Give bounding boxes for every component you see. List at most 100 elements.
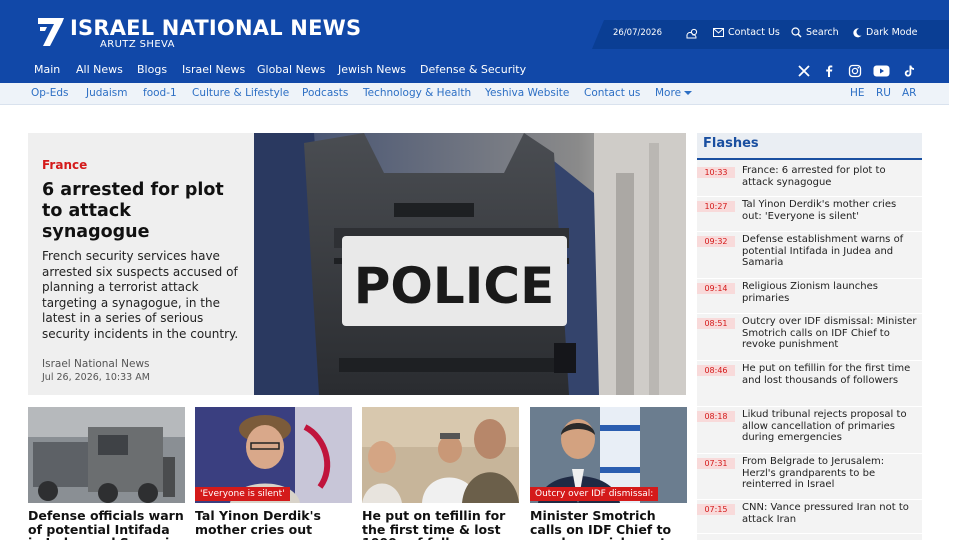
x-icon[interactable] xyxy=(797,64,811,78)
nav-defense-security[interactable]: Defense & Security xyxy=(420,63,526,76)
subnav-more[interactable]: More xyxy=(655,87,693,99)
flash-time: 10:27 xyxy=(697,201,735,212)
flash-item[interactable]: 09:32 Defense establishment warns of pot… xyxy=(697,232,922,279)
hero-source: Israel National News xyxy=(42,358,150,370)
flashes-panel: Flashes 10:33 France: 6 arrested for plo… xyxy=(697,133,922,540)
subnav-podcasts[interactable]: Podcasts xyxy=(302,87,348,99)
flash-item[interactable]: 09:14 Religious Zionism launches primari… xyxy=(697,279,922,314)
card-tag: Outcry over IDF dismissal: xyxy=(530,487,659,501)
facebook-icon[interactable] xyxy=(822,64,836,78)
card-image[interactable]: 'Everyone is silent' xyxy=(195,407,352,503)
tefillin-men-illustration xyxy=(362,407,519,503)
article-card[interactable]: Outcry over IDF dismissal: Minister Smot… xyxy=(530,407,687,540)
flash-time: 07:15 xyxy=(697,504,735,515)
flashes-heading[interactable]: Flashes xyxy=(697,133,922,160)
flash-text[interactable]: Likud tribunal rejects proposal to allow… xyxy=(742,409,917,444)
flash-text[interactable]: CNN: Vance pressured Iran not to attack … xyxy=(742,502,917,525)
police-vest-illustration: POLICE xyxy=(254,133,686,395)
caret-down-icon xyxy=(684,91,693,95)
subnav-yeshiva-website[interactable]: Yeshiva Website xyxy=(485,87,569,99)
flash-item[interactable]: 08:46 He put on tefillin for the first t… xyxy=(697,361,922,407)
masthead: ISRAEL NATIONAL NEWS ARUTZ SHEVA 26/07/2… xyxy=(0,0,949,83)
current-date: 26/07/2026 xyxy=(613,28,662,38)
flash-text[interactable]: From Belgrade to Jerusalem: Herzl's gran… xyxy=(742,456,917,491)
flash-time: 09:32 xyxy=(697,236,735,247)
hero-description: French security services have arrested s… xyxy=(42,249,239,341)
subnav-more-label: More xyxy=(655,87,682,99)
card-image[interactable]: Outcry over IDF dismissal: xyxy=(530,407,687,503)
hero-category[interactable]: France xyxy=(42,158,240,172)
logo-title: ISRAEL NATIONAL NEWS xyxy=(70,16,362,40)
tiktok-icon[interactable] xyxy=(902,64,916,78)
card-headline[interactable]: Defense officials warn of potential Inti… xyxy=(28,509,185,540)
dark-mode-toggle[interactable]: Dark Mode xyxy=(853,27,917,38)
subnav-contact-us[interactable]: Contact us xyxy=(584,87,640,99)
flash-time: 10:33 xyxy=(697,167,735,178)
card-image[interactable] xyxy=(28,407,185,503)
hero-article[interactable]: France 6 arrested for plot to attack syn… xyxy=(28,133,686,395)
article-card[interactable]: He put on tefillin for the first time & … xyxy=(362,407,519,540)
flash-item[interactable]: 07:15 CNN: Vance pressured Iran not to a… xyxy=(697,500,922,534)
hero-image[interactable]: POLICE xyxy=(254,133,686,395)
flash-item[interactable]: 08:51 Outcry over IDF dismissal: Ministe… xyxy=(697,314,922,361)
nav-jewish-news[interactable]: Jewish News xyxy=(338,63,406,76)
sub-nav: Op-Eds Judaism food-1 Culture & Lifestyl… xyxy=(0,83,949,105)
flash-item[interactable]: 08:18 Likud tribunal rejects proposal to… xyxy=(697,407,922,454)
flash-time: 08:46 xyxy=(697,365,735,376)
article-card[interactable]: 'Everyone is silent' Tal Yinon Derdik's … xyxy=(195,407,352,536)
card-headline[interactable]: He put on tefillin for the first time & … xyxy=(362,509,519,540)
military-vehicle-illustration xyxy=(28,407,185,503)
moon-icon xyxy=(853,27,862,37)
hero-timestamp: Jul 26, 2026, 10:33 AM xyxy=(42,372,150,383)
flash-text[interactable]: Outcry over IDF dismissal: Minister Smot… xyxy=(742,316,917,351)
card-image[interactable] xyxy=(362,407,519,503)
hero-text: France 6 arrested for plot to attack syn… xyxy=(28,133,254,395)
lang-he[interactable]: HE xyxy=(850,87,865,99)
subnav-food[interactable]: food-1 xyxy=(143,87,177,99)
flash-item[interactable]: 07:31 From Belgrade to Jerusalem: Herzl'… xyxy=(697,454,922,500)
nav-israel-news[interactable]: Israel News xyxy=(182,63,245,76)
nav-main[interactable]: Main xyxy=(34,63,60,76)
flash-time: 08:18 xyxy=(697,411,735,422)
card-tag: 'Everyone is silent' xyxy=(195,487,290,501)
article-card[interactable]: Defense officials warn of potential Inti… xyxy=(28,407,185,540)
main-nav: Main All News Blogs Israel News Global N… xyxy=(0,59,949,83)
weather-icon[interactable] xyxy=(685,27,699,41)
nav-global-news[interactable]: Global News xyxy=(257,63,325,76)
police-label: POLICE xyxy=(354,257,554,315)
card-headline[interactable]: Tal Yinon Derdik's mother cries out xyxy=(195,509,352,536)
page: ISRAEL NATIONAL NEWS ARUTZ SHEVA 26/07/2… xyxy=(0,0,960,540)
flash-text[interactable]: He put on tefillin for the first time an… xyxy=(742,363,917,386)
flash-text[interactable]: Defense establishment warns of potential… xyxy=(742,234,917,269)
flash-time: 08:51 xyxy=(697,318,735,329)
instagram-icon[interactable] xyxy=(848,64,862,78)
flash-item[interactable]: 10:27 Tal Yinon Derdik's mother cries ou… xyxy=(697,197,922,232)
subnav-culture-lifestyle[interactable]: Culture & Lifestyle xyxy=(192,87,289,99)
youtube-icon[interactable] xyxy=(873,64,890,78)
hero-headline[interactable]: 6 arrested for plot to attack synagogue xyxy=(42,180,240,243)
contact-us-link[interactable]: Contact Us xyxy=(713,27,780,38)
subnav-op-eds[interactable]: Op-Eds xyxy=(31,87,69,99)
card-headline[interactable]: Minister Smotrich calls on IDF Chief to … xyxy=(530,509,687,540)
dark-mode-label: Dark Mode xyxy=(866,27,918,38)
flash-text[interactable]: France: 6 arrested for plot to attack sy… xyxy=(742,165,917,188)
nav-all-news[interactable]: All News xyxy=(76,63,123,76)
flash-text[interactable]: Religious Zionism launches primaries xyxy=(742,281,917,304)
subnav-judaism[interactable]: Judaism xyxy=(86,87,127,99)
nav-blogs[interactable]: Blogs xyxy=(137,63,167,76)
contact-us-label: Contact Us xyxy=(728,27,780,38)
flash-time: 09:14 xyxy=(697,283,735,294)
search-label: Search xyxy=(806,27,839,38)
site-logo[interactable]: ISRAEL NATIONAL NEWS ARUTZ SHEVA xyxy=(36,16,362,50)
logo-subtitle: ARUTZ SHEVA xyxy=(100,39,175,50)
search-icon xyxy=(791,27,802,38)
mail-icon xyxy=(713,28,724,37)
lang-ru[interactable]: RU xyxy=(876,87,891,99)
lang-ar[interactable]: AR xyxy=(902,87,916,99)
search-link[interactable]: Search xyxy=(791,27,839,38)
flash-item[interactable]: 10:33 France: 6 arrested for plot to att… xyxy=(697,163,922,197)
subnav-technology-health[interactable]: Technology & Health xyxy=(363,87,471,99)
flash-text[interactable]: Tal Yinon Derdik's mother cries out: 'Ev… xyxy=(742,199,917,222)
utility-bar: 26/07/2026 Contact Us Search Dark Mode xyxy=(592,20,949,49)
flash-time: 07:31 xyxy=(697,458,735,469)
